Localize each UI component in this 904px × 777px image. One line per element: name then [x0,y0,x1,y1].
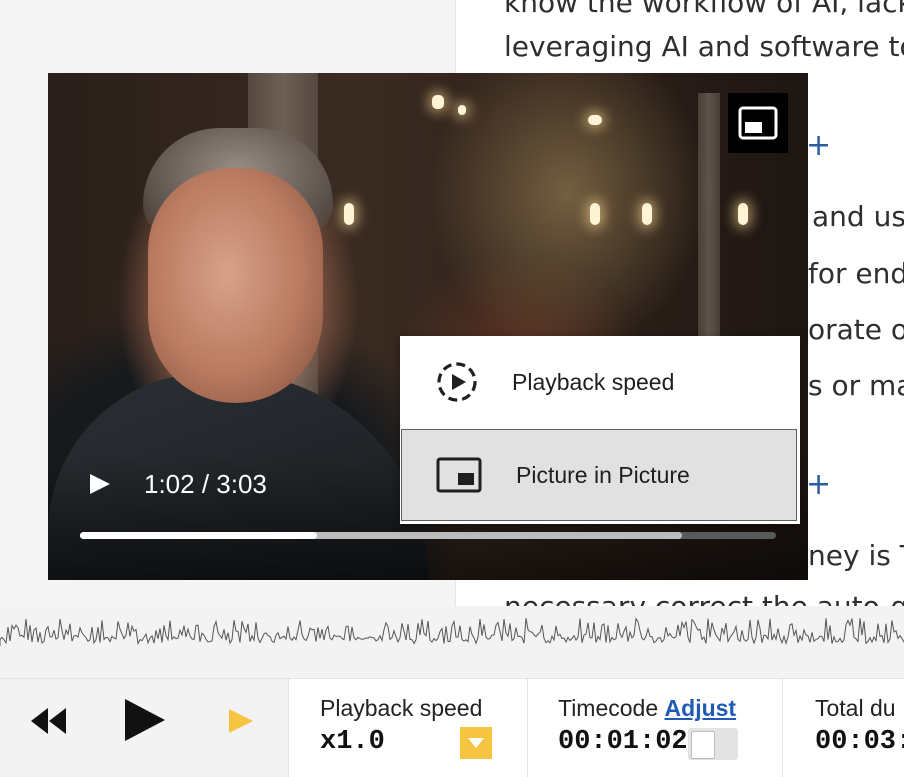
progress-played [80,532,317,539]
timecode-value: 00:01:02 [558,727,688,757]
rewind-icon[interactable] [29,706,69,736]
picture-in-picture-icon [738,106,778,140]
toggle-knob [691,731,715,759]
playback-speed-value: x1.0 [320,727,385,757]
menu-item-playback-speed[interactable]: Playback speed [400,336,800,428]
video-context-menu: Playback speed Picture in Picture [400,336,800,524]
playback-speed-dropdown[interactable] [460,727,492,759]
menu-item-label: Picture in Picture [516,461,690,488]
article-line: know the workflow of AI, lack [504,0,904,19]
timecode-label: Timecode [558,695,659,721]
menu-item-label: Playback speed [512,368,675,395]
time-display: 1:02 / 3:03 [144,469,267,499]
player-control-panel: Playback speed x1.0 Timecode Adjust 00:0… [0,678,904,777]
pip-toggle-button[interactable] [728,93,788,153]
playback-speed-label: Playback speed [320,695,483,721]
chevron-down-icon [468,738,484,748]
total-duration-label: Total du [815,695,896,721]
total-duration-value: 00:03:0 [815,727,904,757]
article-line: necessary correct the auto-ge [504,590,904,606]
section-expand-icon[interactable]: + [806,467,831,502]
article-line: leveraging AI and software to [504,30,904,63]
play-icon[interactable] [86,468,114,500]
section-expand-icon[interactable]: + [806,128,831,163]
forward-play-icon[interactable] [227,707,255,735]
transport-controls [0,679,288,777]
article-line: orate on [808,313,904,346]
audio-waveform[interactable] [0,606,904,678]
adjust-link[interactable]: Adjust [665,695,737,721]
timecode-header: Timecode Adjust [558,695,736,722]
play-icon[interactable] [122,697,168,743]
article-line: for end- [808,257,904,290]
article-line: ney is T [808,539,904,572]
playback-speed-icon [437,362,477,402]
timecode-toggle[interactable] [688,728,738,760]
progress-bar[interactable] [80,532,776,539]
menu-item-picture-in-picture[interactable]: Picture in Picture [401,429,797,521]
article-line: s or ma [808,369,904,402]
picture-in-picture-icon [436,457,482,493]
article-line: and use [812,200,904,233]
